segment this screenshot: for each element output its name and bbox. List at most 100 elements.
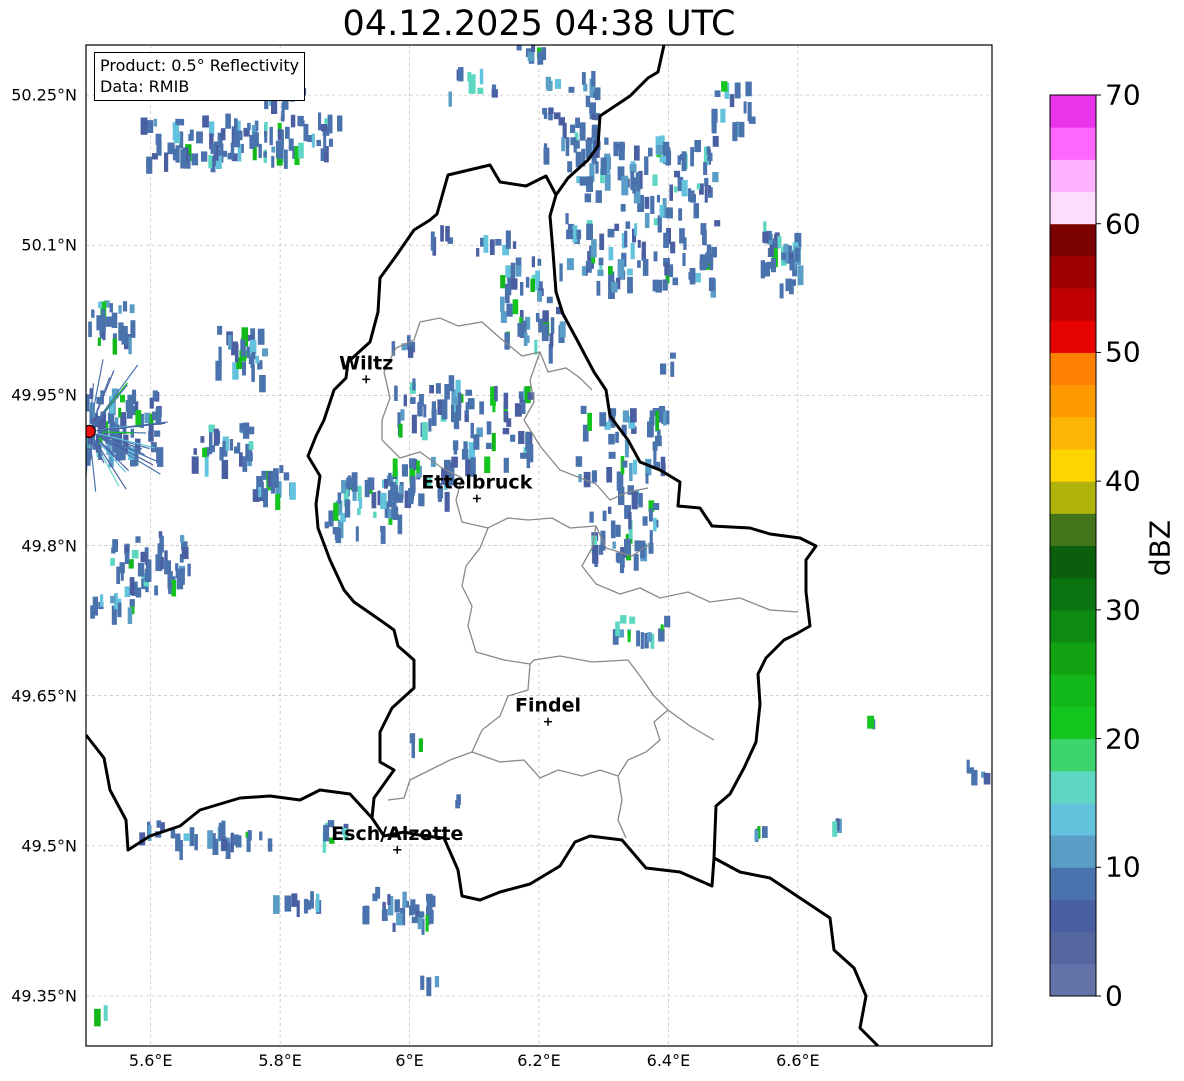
echo-pixel (237, 442, 241, 453)
echo-pixel (397, 514, 403, 535)
echo-pixel (344, 499, 351, 518)
echo-pixel (607, 228, 615, 238)
echo-pixel (183, 833, 191, 841)
echo-pixel (630, 243, 635, 260)
colorbar-bin (1050, 320, 1096, 353)
echo-pixel (394, 899, 400, 913)
echo-pixel (316, 139, 321, 147)
echo-pixel (105, 316, 113, 327)
echo-pixel (396, 492, 404, 503)
echo-pixel (112, 539, 118, 552)
clutter-spoke (75, 441, 84, 456)
echo-pixel (258, 486, 262, 498)
echo-pixel (270, 473, 276, 494)
echo-pixel (640, 632, 644, 649)
echo-pixel (541, 47, 547, 61)
colorbar-bin (1050, 191, 1096, 225)
echo-pixel (598, 257, 604, 266)
data-source-text: Data: RMIB (100, 77, 190, 96)
echo-pixel (373, 511, 377, 518)
echo-pixel (570, 124, 576, 134)
colorbar-bin (1050, 770, 1096, 804)
echo-pixel (523, 332, 528, 346)
echo-pixel (451, 404, 454, 423)
echo-pixel (240, 339, 246, 351)
echo-pixel (565, 137, 570, 148)
echo-pixel (670, 241, 676, 254)
echo-pixel (634, 145, 640, 161)
echo-pixel (703, 162, 708, 175)
echo-pixel (346, 477, 353, 487)
echo-pixel (693, 203, 699, 219)
radar-site-marker[interactable] (83, 424, 96, 438)
echo-pixel (371, 492, 377, 509)
echo-pixel (867, 715, 875, 729)
echo-pixel (732, 122, 738, 142)
echo-pixel (583, 83, 588, 92)
echo-pixel (420, 975, 425, 990)
echo-pixel (380, 492, 387, 509)
clutter-spoke (15, 410, 79, 428)
echo-pixel (418, 738, 423, 752)
echo-pixel (135, 536, 141, 543)
echo-pixel (653, 517, 657, 532)
echo-pixel (670, 352, 676, 359)
colorbar-bin (1050, 577, 1096, 611)
echo-pixel (408, 488, 414, 505)
echo-pixel (445, 225, 450, 242)
echo-pixel (622, 410, 629, 423)
radar-site-icon[interactable] (83, 424, 96, 438)
echo-pixel (357, 508, 361, 516)
echo-pixel (116, 566, 121, 584)
echo-pixel (656, 194, 660, 203)
echo-pixel (421, 422, 428, 441)
echo-pixel (337, 115, 343, 132)
echo-pixel (189, 827, 195, 847)
echo-pixel (110, 595, 116, 604)
echo-pixel (581, 266, 587, 276)
lat-tick-label: 49.35°N (11, 986, 77, 1006)
echo-pixel (579, 176, 587, 186)
colorbar-bin (1050, 835, 1096, 868)
echo-pixel (220, 128, 226, 141)
echo-pixel (208, 155, 213, 169)
echo-pixel (503, 392, 509, 410)
echo-pixel (222, 440, 226, 455)
echo-pixel (500, 275, 506, 289)
echo-pixel (97, 337, 101, 346)
echo-pixel (234, 343, 239, 363)
echo-pixel (543, 112, 548, 119)
echo-pixel (712, 135, 719, 147)
echo-pixel (140, 117, 148, 135)
echo-pixel (259, 375, 266, 393)
colorbar-bin (1050, 674, 1096, 707)
echo-pixel (434, 976, 440, 988)
echo-pixel (323, 824, 330, 842)
echo-pixel (407, 346, 414, 358)
echo-pixel (227, 152, 232, 160)
echo-pixel (440, 225, 444, 242)
echo-pixel (615, 524, 621, 537)
echo-pixel (191, 153, 199, 166)
radar-map[interactable]: Wiltz Ettelbruck Findel Esch/Alzette (0, 0, 1184, 1081)
echo-pixel (396, 913, 403, 926)
echo-pixel (779, 283, 784, 299)
echo-pixel (118, 322, 124, 341)
echo-pixel (458, 67, 464, 82)
echo-pixel (110, 558, 115, 566)
echo-pixel (246, 837, 251, 852)
colorbar-bin (1050, 255, 1096, 289)
echo-pixel (362, 906, 370, 925)
echo-pixel (714, 220, 721, 227)
echo-pixel (245, 452, 253, 462)
echo-pixel (629, 616, 636, 624)
echo-pixel (267, 838, 273, 852)
echo-pixel (284, 895, 292, 912)
colorbar-bin (1050, 416, 1096, 450)
echo-pixel (637, 260, 641, 268)
echo-pixel (298, 142, 304, 159)
echo-pixel (144, 568, 152, 583)
echo-pixel (596, 192, 602, 202)
echo-pixel (785, 278, 792, 292)
echo-pixel (714, 90, 721, 97)
